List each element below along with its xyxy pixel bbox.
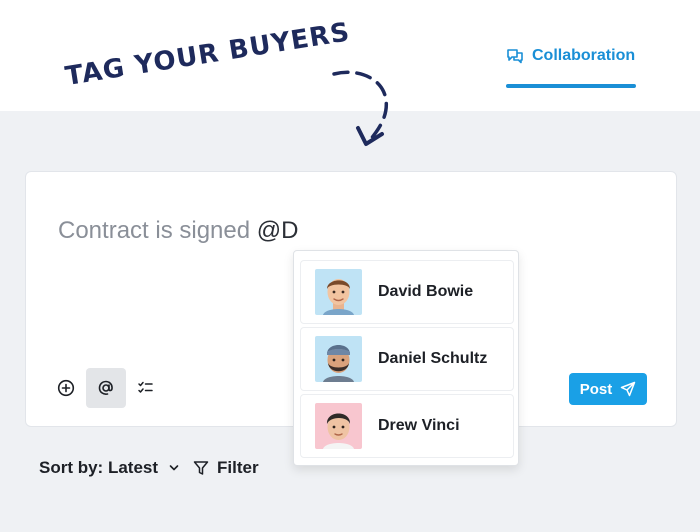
mention-dropdown: David Bowie Daniel Schultz Drew Vinci: [293, 250, 519, 466]
avatar: [315, 336, 362, 382]
annotation-text: TAG YOUR BUYERS: [63, 17, 353, 92]
sort-dropdown[interactable]: Sort by: Latest: [39, 458, 180, 478]
post-label: Post: [579, 380, 613, 398]
comment-text: Contract is signed: [58, 217, 251, 244]
mention-button[interactable]: [86, 368, 126, 408]
mention-option-drew-vinci[interactable]: Drew Vinci: [300, 394, 514, 458]
tab-active-indicator: [506, 84, 636, 88]
chevron-down-icon: [169, 465, 179, 471]
mention-option-david-bowie[interactable]: David Bowie: [300, 260, 514, 324]
add-button[interactable]: [46, 368, 86, 408]
at-sign-icon: [98, 380, 113, 395]
filter-icon: [193, 461, 209, 475]
mention-option-daniel-schultz[interactable]: Daniel Schultz: [300, 327, 514, 391]
send-icon: [621, 381, 636, 397]
annotation-arrow-icon: [332, 70, 389, 146]
post-button[interactable]: Post: [569, 373, 647, 405]
avatar: [315, 403, 362, 449]
filter-label: Filter: [217, 458, 259, 477]
filter-button[interactable]: Filter: [193, 458, 259, 478]
user-name: Daniel Schultz: [378, 350, 488, 367]
user-name: David Bowie: [378, 283, 474, 300]
user-name: Drew Vinci: [378, 417, 460, 434]
avatar: [315, 269, 362, 315]
tab-label: Collaboration: [532, 47, 636, 64]
header-bar: TAG YOUR BUYERS Collaboration: [0, 0, 700, 146]
chat-bubbles-icon: [506, 45, 524, 67]
sort-label: Sort by: Latest: [39, 458, 159, 477]
comment-input[interactable]: Contract is signed @D: [58, 216, 298, 246]
checklist-button[interactable]: [126, 368, 166, 408]
mention-text: @D: [256, 217, 299, 244]
checklist-icon: [138, 381, 153, 393]
tab-collaboration[interactable]: Collaboration: [506, 45, 636, 89]
plus-circle-icon: [57, 379, 75, 397]
